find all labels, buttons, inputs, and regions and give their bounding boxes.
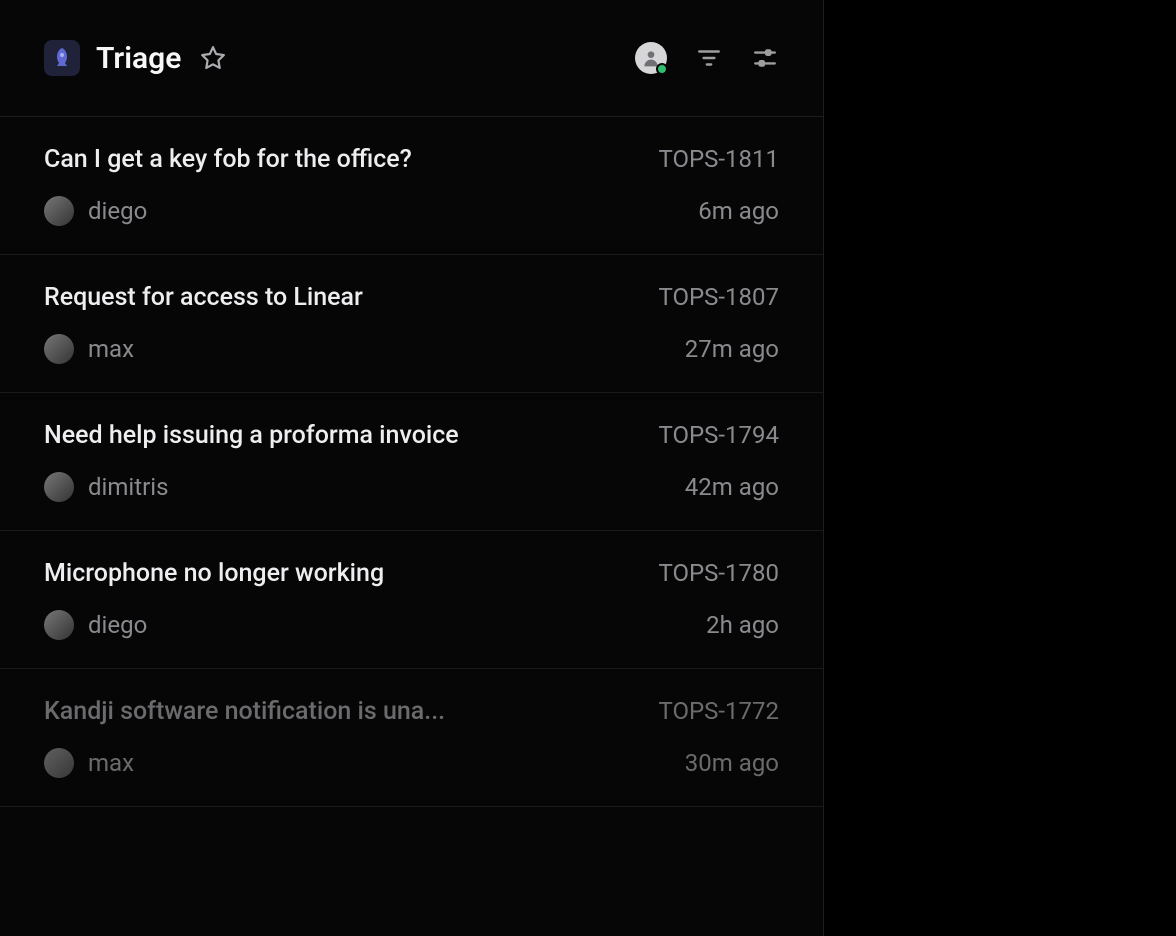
author-name: max	[88, 335, 134, 363]
avatar	[44, 472, 74, 502]
list-item[interactable]: Kandji software notification is una... TO…	[0, 669, 823, 807]
author-name: dimitris	[88, 473, 168, 501]
list-item-row-1: Need help issuing a proforma invoice TOPS…	[44, 421, 779, 450]
list-item[interactable]: Microphone no longer working TOPS-1780 die…	[0, 531, 823, 669]
item-author: dimitris	[44, 472, 168, 502]
settings-button[interactable]	[751, 44, 779, 72]
item-title: Microphone no longer working	[44, 559, 384, 588]
list-item[interactable]: Request for access to Linear TOPS-1807 max…	[0, 255, 823, 393]
favorite-button[interactable]	[197, 42, 229, 74]
list-item-row-1: Kandji software notification is una... TO…	[44, 697, 779, 726]
list-item-row-2: diego 6m ago	[44, 196, 779, 226]
item-id: TOPS-1772	[659, 697, 779, 725]
triage-panel: Triage	[0, 0, 824, 936]
list-item-row-1: Microphone no longer working TOPS-1780	[44, 559, 779, 588]
list-item-row-2: dimitris 42m ago	[44, 472, 779, 502]
item-timestamp: 2h ago	[706, 611, 779, 639]
avatar	[44, 748, 74, 778]
author-name: diego	[88, 197, 147, 225]
item-id: TOPS-1807	[659, 283, 779, 311]
item-id: TOPS-1811	[659, 145, 779, 173]
item-author: diego	[44, 196, 147, 226]
avatar	[44, 334, 74, 364]
item-timestamp: 6m ago	[698, 197, 779, 225]
online-status-dot	[656, 63, 668, 75]
sliders-icon	[752, 45, 778, 71]
rocket-icon	[44, 40, 80, 76]
author-name: max	[88, 749, 134, 777]
list-item-row-1: Can I get a key fob for the office? TOPS-…	[44, 145, 779, 174]
triage-list: Can I get a key fob for the office? TOPS-…	[0, 117, 823, 807]
panel-header: Triage	[0, 0, 823, 117]
detail-panel	[824, 0, 1176, 936]
item-timestamp: 30m ago	[685, 749, 779, 777]
current-user-avatar[interactable]	[635, 42, 667, 74]
list-item-row-2: max 27m ago	[44, 334, 779, 364]
list-item-row-2: diego 2h ago	[44, 610, 779, 640]
list-item[interactable]: Can I get a key fob for the office? TOPS-…	[0, 117, 823, 255]
avatar	[44, 610, 74, 640]
filter-icon	[696, 45, 722, 71]
item-id: TOPS-1794	[659, 421, 779, 449]
filter-button[interactable]	[695, 44, 723, 72]
list-item-row-1: Request for access to Linear TOPS-1807	[44, 283, 779, 312]
item-title: Can I get a key fob for the office?	[44, 145, 412, 174]
item-title: Request for access to Linear	[44, 283, 363, 312]
app-root: Triage	[0, 0, 1176, 936]
item-id: TOPS-1780	[659, 559, 779, 587]
item-timestamp: 42m ago	[685, 473, 779, 501]
header-actions	[635, 42, 779, 74]
item-title: Kandji software notification is una...	[44, 697, 445, 726]
star-icon	[200, 45, 226, 71]
item-title: Need help issuing a proforma invoice	[44, 421, 459, 450]
list-item-row-2: max 30m ago	[44, 748, 779, 778]
page-title: Triage	[96, 41, 181, 76]
item-author: max	[44, 334, 134, 364]
avatar	[44, 196, 74, 226]
item-timestamp: 27m ago	[685, 335, 779, 363]
author-name: diego	[88, 611, 147, 639]
list-item[interactable]: Need help issuing a proforma invoice TOPS…	[0, 393, 823, 531]
item-author: diego	[44, 610, 147, 640]
item-author: max	[44, 748, 134, 778]
